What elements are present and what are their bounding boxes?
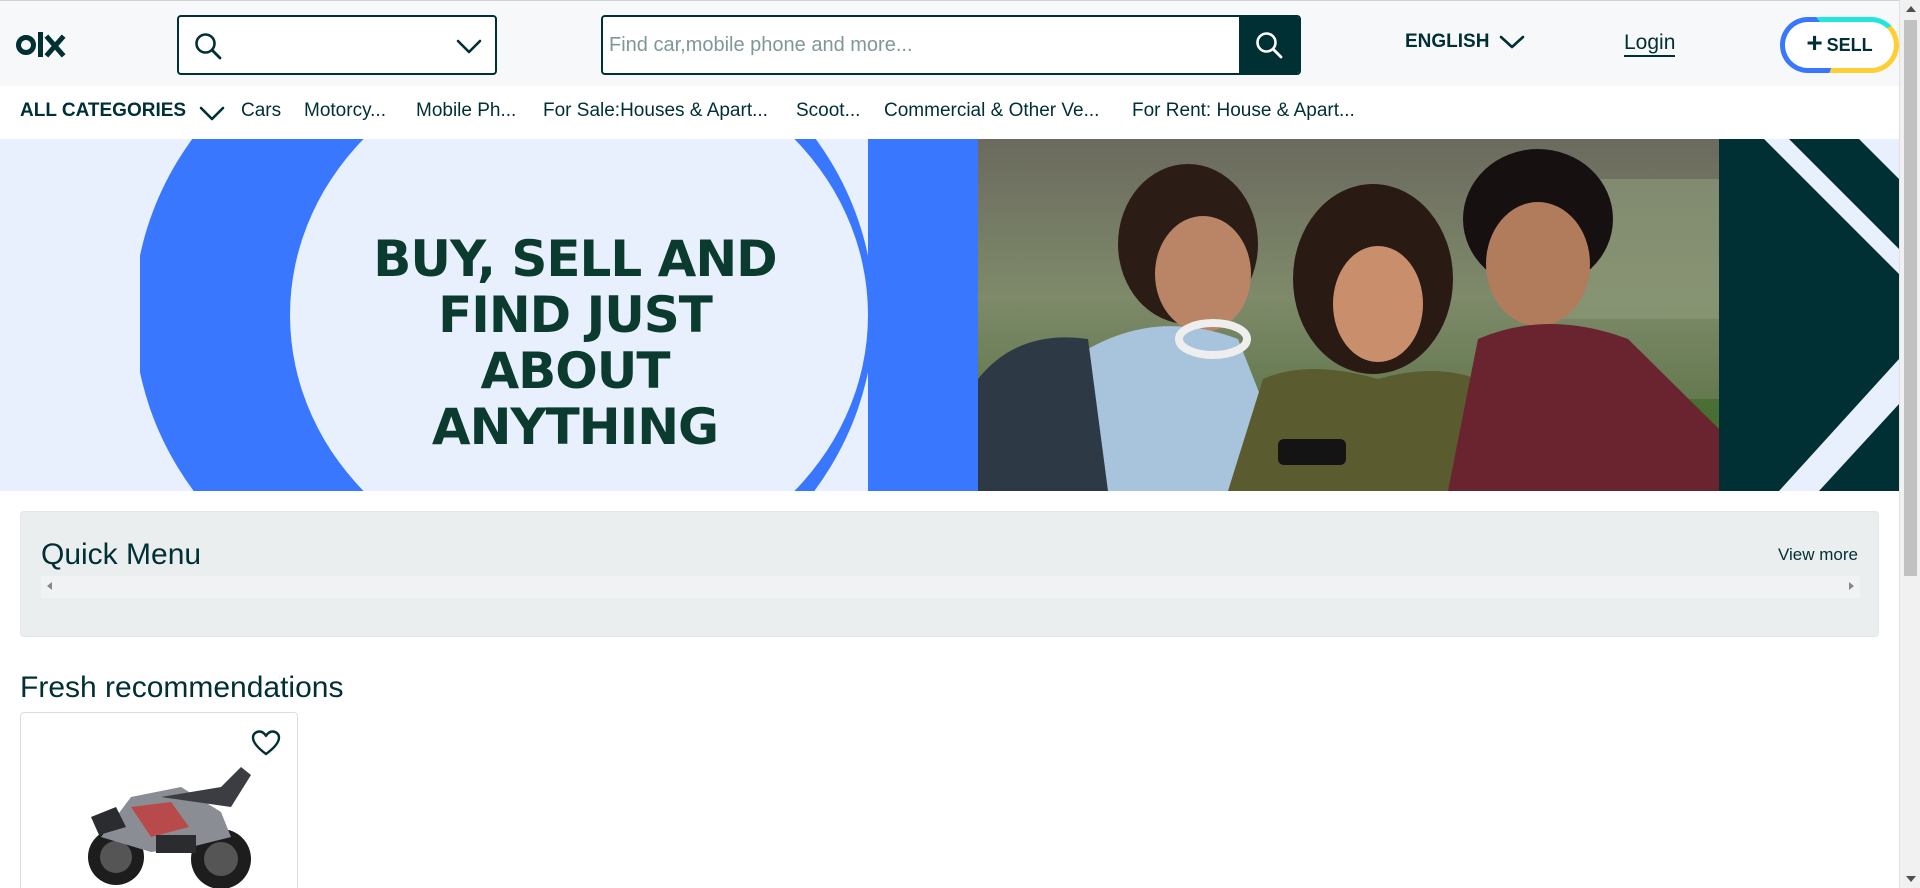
quick-menu: Quick Menu View more: [20, 511, 1879, 637]
scroll-left-icon[interactable]: [47, 582, 52, 590]
fresh-recommendations-title: Fresh recommendations: [20, 671, 344, 704]
category-scooters[interactable]: Scoot...: [796, 100, 860, 122]
location-search-box[interactable]: [177, 15, 497, 75]
listing-card[interactable]: [20, 712, 298, 888]
hero-banner[interactable]: BUY, SELL AND FIND JUST ABOUT ANYTHING: [0, 139, 1899, 491]
search-button[interactable]: [1239, 17, 1299, 73]
banner-photo: [978, 139, 1719, 491]
listing-image: [88, 767, 251, 888]
category-motorcycles[interactable]: Motorcy...: [304, 100, 386, 122]
search-icon: [195, 33, 222, 60]
chevron-down-icon[interactable]: [455, 35, 483, 57]
language-selector[interactable]: ENGLISH: [1405, 31, 1525, 53]
view-more-link[interactable]: View more: [1778, 545, 1858, 565]
language-label: ENGLISH: [1405, 31, 1490, 52]
page-scrollbar[interactable]: [1899, 0, 1920, 888]
banner-tagline: BUY, SELL AND FIND JUST ABOUT ANYTHING: [373, 230, 777, 456]
category-bar: ALL CATEGORIES Cars Motorcy... Mobile Ph…: [0, 86, 1899, 139]
scroll-right-icon[interactable]: [1849, 582, 1854, 590]
sell-label: SELL: [1826, 34, 1873, 55]
quick-menu-title: Quick Menu: [41, 538, 202, 571]
scroll-down-icon[interactable]: [1906, 876, 1916, 882]
category-houses-sale[interactable]: For Sale:Houses & Apart...: [543, 100, 768, 122]
category-houses-rent[interactable]: For Rent: House & Apart...: [1132, 100, 1355, 122]
scroll-up-icon[interactable]: [1906, 6, 1916, 12]
top-header: ENGLISH Login + SELL: [0, 0, 1899, 86]
plus-icon: +: [1806, 27, 1823, 58]
banner-graphic: BUY, SELL AND FIND JUST ABOUT ANYTHING: [0, 139, 978, 491]
category-commercial-vehicles[interactable]: Commercial & Other Ve...: [884, 100, 1099, 122]
search-input[interactable]: [603, 17, 1231, 73]
chevron-down-icon: [1500, 35, 1525, 49]
search-bar: [601, 15, 1301, 75]
all-categories-label[interactable]: ALL CATEGORIES: [20, 100, 186, 122]
sell-button[interactable]: + SELL: [1780, 17, 1899, 73]
quick-menu-scrollbar[interactable]: [41, 576, 1860, 598]
login-link[interactable]: Login: [1624, 31, 1676, 57]
category-mobile-phones[interactable]: Mobile Ph...: [416, 100, 516, 122]
banner-arrow-graphic: [1719, 139, 1899, 491]
heart-icon[interactable]: [251, 729, 281, 757]
scroll-thumb[interactable]: [1904, 20, 1917, 576]
category-cars[interactable]: Cars: [241, 100, 281, 122]
search-icon: [1256, 32, 1283, 59]
chevron-down-icon[interactable]: [198, 102, 226, 124]
olx-logo[interactable]: [16, 29, 72, 61]
